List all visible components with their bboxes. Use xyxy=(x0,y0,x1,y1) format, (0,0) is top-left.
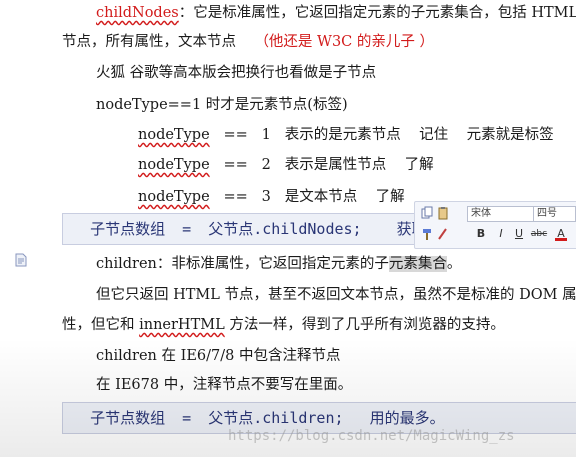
value: 3 xyxy=(261,189,271,205)
line-childnodes-def: childNodes：它是标准属性，它返回指定元素的子元素集合，包括 HTML xyxy=(96,3,576,23)
text: 性，但它和 xyxy=(62,317,140,333)
note: 记住 xyxy=(419,127,449,143)
code-lhs: 子节点数组 xyxy=(90,220,166,238)
operator: == xyxy=(223,127,248,143)
description: 是文本节点 xyxy=(284,189,358,205)
note: 了解 xyxy=(404,157,434,173)
note: 了解 xyxy=(375,189,405,205)
nodetype-row-1: nodeType == 1 表示的是元素节点 记住 元素就是标签 xyxy=(138,125,554,145)
code-lhs: 子节点数组 xyxy=(90,409,166,427)
text: 。 xyxy=(446,256,462,272)
bold-button[interactable]: B xyxy=(475,227,487,241)
code-rhs: 父节点.children; xyxy=(208,409,344,427)
value: 2 xyxy=(261,157,271,173)
selected-text: 元素集合 xyxy=(388,256,447,272)
line-nodetype-intro: nodeType==1 时才是元素节点(标签) xyxy=(96,97,348,113)
keyword-nodetype: nodeType xyxy=(138,127,210,143)
line-childnodes-cont: 节点，所有属性，文本节点 （他还是 W3C 的亲儿子 ） xyxy=(62,32,434,52)
line-children-def: children：非标准属性，它返回指定元素的子元素集合。 xyxy=(96,254,461,274)
font-size-select[interactable]: 四号 xyxy=(533,206,576,222)
mini-format-toolbar[interactable]: 宋体 四号 B I U abc A xyxy=(414,201,576,249)
code-rhs: 父节点.childNodes; xyxy=(208,220,362,238)
font-family-select[interactable]: 宋体 xyxy=(467,206,534,222)
line-ie678-note: 在 IE678 中，注释节点不要写在里面。 xyxy=(96,377,353,393)
line-firefox-note: 火狐 谷歌等高本版会把换行也看做是子节点 xyxy=(96,65,377,81)
line-ie678-comments: children 在 IE6/7/8 中包含注释节点 xyxy=(96,348,341,364)
strikethrough-button[interactable]: abc xyxy=(529,227,549,241)
description: 表示的是元素节点 xyxy=(284,127,401,143)
watermark: https://blog.csdn.net/MagicWing_zs xyxy=(228,428,515,444)
red-note: （他还是 W3C 的亲儿子 ） xyxy=(254,34,434,50)
italic-button[interactable]: I xyxy=(495,227,507,241)
keyword-innerhtml: innerHTML xyxy=(139,317,225,333)
note: 元素就是标签 xyxy=(466,127,554,143)
copy-icon[interactable] xyxy=(421,206,433,220)
format-painter-icon[interactable] xyxy=(421,227,433,241)
underline-button[interactable]: U xyxy=(513,227,525,241)
code-comment: 用的最多。 xyxy=(369,409,445,427)
description: 表示是属性节点 xyxy=(284,157,387,173)
clear-format-icon[interactable] xyxy=(437,227,449,241)
document-icon[interactable] xyxy=(14,253,28,267)
paste-icon[interactable] xyxy=(437,206,449,220)
keyword-nodetype: nodeType xyxy=(138,157,210,173)
line-children-html-only: 但它只返回 HTML 节点，甚至不返回文本节点，虽然不是标准的 DOM 属 xyxy=(96,287,576,303)
operator: == xyxy=(223,157,248,173)
keyword-childnodes: childNodes xyxy=(96,5,179,21)
nodetype-row-3: nodeType == 3 是文本节点 了解 xyxy=(138,187,405,207)
line-innerhtml: 性，但它和 innerHTML 方法一样，得到了几乎所有浏览器的支持。 xyxy=(62,315,505,335)
text: 节点，所有属性，文本节点 xyxy=(62,34,236,50)
code-eq: = xyxy=(182,220,192,238)
operator: == xyxy=(223,189,248,205)
text: 方法一样，得到了几乎所有浏览器的支持。 xyxy=(224,317,505,333)
code-eq: = xyxy=(182,409,192,427)
font-color-button[interactable]: A xyxy=(555,227,567,241)
keyword-nodetype: nodeType xyxy=(138,189,210,205)
text: children：非标准属性，它返回指定元素的子 xyxy=(96,256,389,272)
text: ：它是标准属性，它返回指定元素的子元素集合，包括 HTML xyxy=(178,5,576,21)
value: 1 xyxy=(261,127,271,143)
nodetype-row-2: nodeType == 2 表示是属性节点 了解 xyxy=(138,155,434,175)
